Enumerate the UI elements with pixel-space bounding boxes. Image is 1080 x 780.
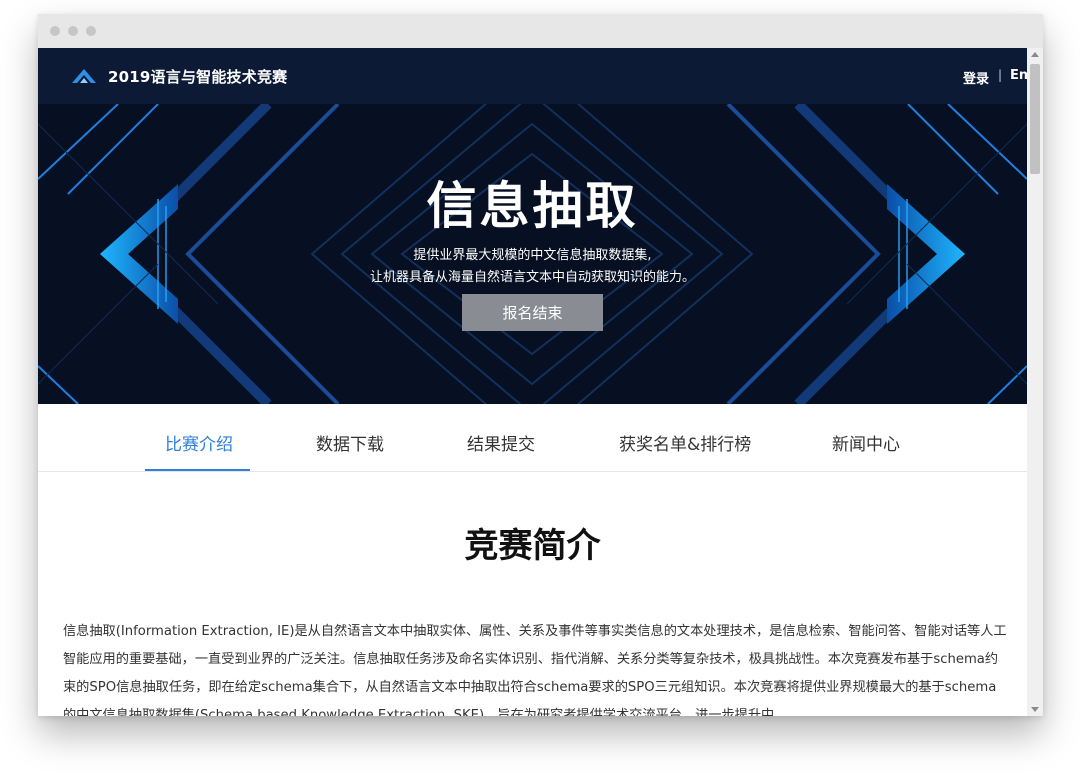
site-title[interactable]: 2019语言与智能技术竞赛	[108, 66, 287, 87]
active-tab-indicator	[145, 469, 250, 471]
hero-subtitle-line2: 让机器具备从海量自然语言文本中自动获取知识的能力。	[369, 270, 695, 285]
browser-window: 2019语言与智能技术竞赛 登录 | English	[38, 14, 1043, 716]
hero-banner: 信息抽取 提供业界最大规模的中文信息抽取数据集, 让机器具备从海量自然语言文本中…	[38, 104, 1027, 404]
tab-leaderboard[interactable]: 获奖名单&排行榜	[619, 430, 751, 455]
tab-intro[interactable]: 比赛介绍	[165, 430, 233, 455]
section-title: 竞赛简介	[464, 526, 601, 566]
tab-bar: 比赛介绍 数据下载 结果提交 获奖名单&排行榜 新闻中心	[38, 404, 1027, 472]
scrollbar-thumb[interactable]	[1030, 64, 1040, 174]
window-maximize-dot[interactable]	[86, 26, 96, 36]
top-navbar: 2019语言与智能技术竞赛 登录 | English	[38, 48, 1027, 104]
hero-subtitle-line1: 提供业界最大规模的中文信息抽取数据集,	[413, 248, 652, 263]
scroll-down-arrow-icon[interactable]	[1031, 707, 1039, 712]
window-minimize-dot[interactable]	[68, 26, 78, 36]
window-titlebar	[38, 14, 1043, 48]
page-viewport: 2019语言与智能技术竞赛 登录 | English	[38, 48, 1027, 716]
vertical-scrollbar[interactable]	[1027, 48, 1043, 716]
language-switch-link[interactable]: English	[1010, 68, 1027, 83]
logo-icon[interactable]	[70, 66, 98, 86]
scroll-up-arrow-icon[interactable]	[1031, 52, 1039, 57]
intro-paragraph: 信息抽取(Information Extraction, IE)是从自然语言文本…	[63, 624, 1007, 716]
login-link[interactable]: 登录	[963, 68, 989, 87]
tab-data-download[interactable]: 数据下载	[316, 430, 384, 455]
tab-news[interactable]: 新闻中心	[832, 430, 900, 455]
nav-separator: |	[998, 68, 1003, 82]
tab-result-submit[interactable]: 结果提交	[467, 430, 535, 455]
registration-closed-button[interactable]: 报名结束	[462, 294, 603, 331]
window-close-dot[interactable]	[50, 26, 60, 36]
hero-title: 信息抽取	[426, 177, 639, 235]
